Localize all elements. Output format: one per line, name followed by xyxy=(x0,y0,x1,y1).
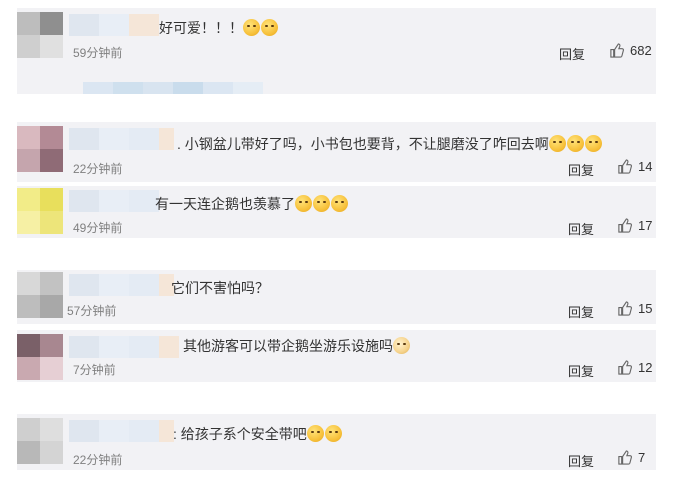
comment-card: 其他游客可以带企鹅坐游乐设施吗 7分钟前 回复 12 xyxy=(17,330,656,382)
laugh-emoji-icon xyxy=(306,425,324,442)
avatar[interactable] xyxy=(17,188,63,234)
reply-button[interactable]: 回复 xyxy=(568,302,594,321)
comment-card: 有一天连企鹅也羡慕了 49分钟前 回复 17 xyxy=(17,186,656,238)
sad-emoji-icon xyxy=(331,195,348,212)
avatar[interactable] xyxy=(17,12,63,58)
comment-text: : 给孩子系个安全带吧 xyxy=(173,424,343,444)
comment-text: 其他游客可以带企鹅坐游乐设施吗 xyxy=(183,336,411,356)
reply-button[interactable]: 回复 xyxy=(568,361,594,380)
reply-button[interactable]: 回复 xyxy=(568,451,594,470)
username[interactable] xyxy=(69,190,159,212)
like-count: 7 xyxy=(638,450,646,465)
comment-text: 它们不害怕吗？ xyxy=(171,280,269,296)
sad-emoji-icon xyxy=(295,195,312,212)
like-button[interactable]: 12 xyxy=(617,360,652,375)
like-button[interactable]: 7 xyxy=(617,450,645,465)
timestamp: 59分钟前 xyxy=(73,46,123,60)
avatar[interactable] xyxy=(17,126,63,172)
laugh-emoji-icon xyxy=(324,425,342,442)
thumbs-up-icon xyxy=(610,43,624,58)
timestamp: 49分钟前 xyxy=(73,221,123,235)
comment-card: 它们不害怕吗？ 57分钟前 回复 15 xyxy=(17,270,656,324)
like-button[interactable]: 17 xyxy=(617,218,652,233)
reply-button[interactable]: 回复 xyxy=(568,219,594,238)
username[interactable] xyxy=(69,14,159,36)
like-button[interactable]: 682 xyxy=(609,43,652,58)
like-button[interactable]: 14 xyxy=(617,159,652,174)
avatar[interactable] xyxy=(17,418,63,464)
comment-text: . 小钢盆儿带好了吗，小书包也要背，不让腿磨没了咋回去啊 xyxy=(177,134,603,154)
like-count: 17 xyxy=(638,218,653,233)
blurred-content xyxy=(83,82,263,94)
thumbs-up-icon xyxy=(618,159,632,174)
reply-button[interactable]: 回复 xyxy=(559,44,585,63)
thumbs-up-icon xyxy=(618,218,632,233)
like-count: 14 xyxy=(638,159,653,174)
comment-card: 好可爱！！！ 59分钟前 回复 682 xyxy=(17,8,656,94)
comment-text: 有一天连企鹅也羡慕了 xyxy=(155,194,349,214)
laugh-emoji-icon xyxy=(566,135,584,152)
laugh-emoji-icon xyxy=(548,135,566,152)
fear-emoji-icon xyxy=(243,19,260,36)
username[interactable] xyxy=(69,128,174,150)
username[interactable] xyxy=(69,336,179,358)
timestamp: 57分钟前 xyxy=(67,304,117,318)
comment-card: : 给孩子系个安全带吧 22分钟前 回复 7 xyxy=(17,414,656,470)
laugh-emoji-icon xyxy=(584,135,602,152)
like-count: 682 xyxy=(630,43,652,58)
fear-emoji-icon xyxy=(261,19,278,36)
like-count: 15 xyxy=(638,301,653,316)
username[interactable] xyxy=(69,274,174,296)
sad-emoji-icon xyxy=(313,195,330,212)
username[interactable] xyxy=(69,420,174,442)
comment-card: . 小钢盆儿带好了吗，小书包也要背，不让腿磨没了咋回去啊 22分钟前 回复 14 xyxy=(17,122,656,182)
reply-button[interactable]: 回复 xyxy=(568,160,594,179)
thumbs-up-icon xyxy=(618,450,632,465)
cat-emoji-icon xyxy=(393,337,410,354)
timestamp: 7分钟前 xyxy=(73,363,116,377)
like-count: 12 xyxy=(638,360,653,375)
timestamp: 22分钟前 xyxy=(73,453,123,467)
thumbs-up-icon xyxy=(618,301,632,316)
avatar[interactable] xyxy=(17,334,63,380)
avatar[interactable] xyxy=(17,272,63,318)
timestamp: 22分钟前 xyxy=(73,162,123,176)
like-button[interactable]: 15 xyxy=(617,301,652,316)
thumbs-up-icon xyxy=(618,360,632,375)
comment-text: 好可爱！！！ xyxy=(159,18,279,38)
